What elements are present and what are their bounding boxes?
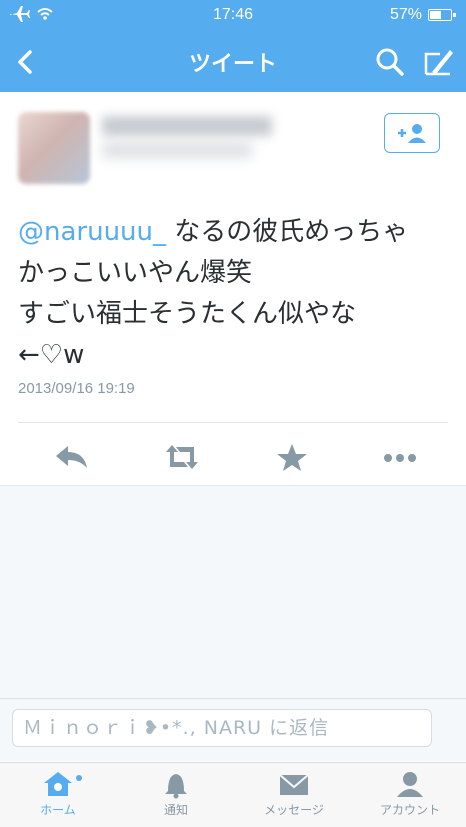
- empty-replies-area: [0, 485, 466, 698]
- tweet-line-2: かっこいいやん爆笑: [18, 258, 253, 288]
- person-icon: [397, 772, 423, 797]
- add-user-icon: [398, 124, 426, 143]
- tweet-actions: [0, 430, 466, 484]
- tweet-text: @naruuuu_ なるの彼氏めっちゃ かっこいいやん爆笑 すごい福士そうたくん…: [18, 212, 448, 376]
- battery-percent: 57%: [389, 6, 422, 23]
- reply-input[interactable]: Ｍｉｎｏｒｉ❥•*., NARU に返信: [12, 709, 432, 747]
- user-name-blurred[interactable]: [102, 116, 272, 136]
- tweet-timestamp: 2013/09/16 19:19: [18, 380, 135, 397]
- envelope-icon: [279, 774, 309, 795]
- home-icon: [44, 772, 72, 796]
- tab-messages[interactable]: メッセージ: [236, 769, 352, 825]
- tab-label: ホーム: [40, 803, 76, 817]
- nav-bar: ツイート: [0, 30, 466, 92]
- retweet-button[interactable]: [162, 440, 202, 474]
- bell-icon: [165, 774, 187, 799]
- reply-icon: [56, 446, 87, 468]
- search-button[interactable]: [372, 44, 408, 80]
- notification-dot: [76, 775, 82, 781]
- star-icon: [277, 444, 307, 471]
- tab-notifications[interactable]: 通知: [118, 769, 234, 825]
- tweet-line-1: なるの彼氏めっちゃ: [166, 217, 409, 247]
- tweet-line-3: すごい福士そうたくん似やな: [18, 299, 357, 329]
- follow-button[interactable]: [384, 113, 440, 153]
- tab-label: 通知: [163, 803, 188, 817]
- tab-label: メッセージ: [264, 803, 324, 817]
- search-icon: [376, 48, 404, 76]
- divider: [18, 422, 448, 423]
- mention-link[interactable]: @naruuuu_: [18, 217, 166, 247]
- reply-bar: Ｍｉｎｏｒｉ❥•*., NARU に返信: [0, 698, 466, 761]
- tab-account[interactable]: アカウント: [352, 769, 466, 825]
- compose-icon: [424, 50, 453, 76]
- avatar[interactable]: [18, 112, 90, 184]
- tweet-line-4: ←♡w: [18, 340, 85, 370]
- more-icon: [384, 454, 416, 462]
- compose-button[interactable]: [420, 44, 456, 80]
- tab-home[interactable]: ホーム: [0, 769, 116, 825]
- tab-label: アカウント: [379, 803, 440, 817]
- favorite-button[interactable]: [272, 440, 312, 474]
- retweet-icon: [166, 445, 198, 469]
- reply-button[interactable]: [52, 440, 92, 474]
- user-handle-blurred: [102, 142, 252, 158]
- status-bar: 17:46 57%: [0, 0, 466, 30]
- tab-bar: ホーム 通知 メッセージ アカウント: [0, 762, 466, 827]
- battery-icon: [428, 9, 456, 21]
- more-button[interactable]: [380, 440, 420, 474]
